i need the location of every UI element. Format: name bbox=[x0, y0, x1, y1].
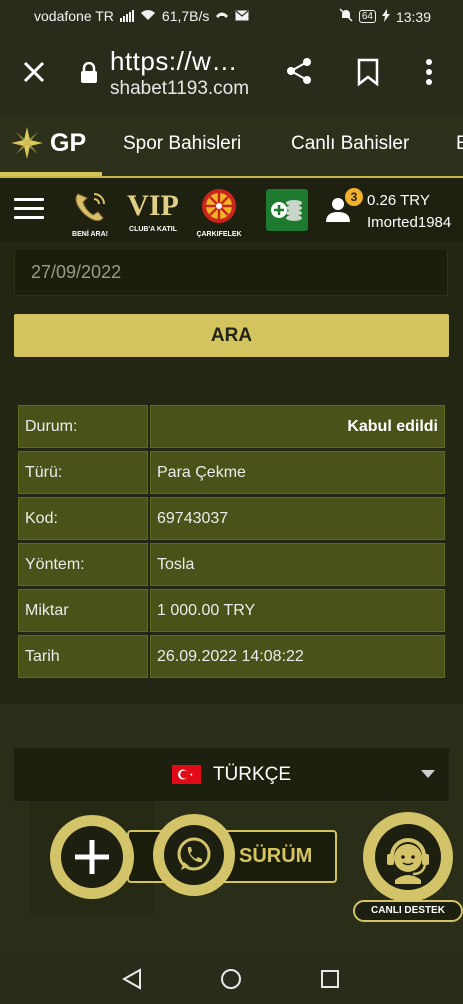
logo-text: GP bbox=[50, 128, 87, 157]
wheel-icon bbox=[202, 189, 236, 223]
call-icon bbox=[215, 8, 229, 24]
site-logo[interactable]: GP bbox=[10, 126, 86, 160]
carrier-label: vodafone TR bbox=[34, 8, 114, 24]
nav-spor-bahisleri[interactable]: Spor Bahisleri bbox=[123, 133, 241, 155]
close-icon[interactable] bbox=[22, 60, 46, 89]
battery-icon: 64 bbox=[358, 10, 376, 23]
table-row: Yöntem: Tosla bbox=[18, 543, 445, 586]
star-logo-icon bbox=[11, 127, 43, 159]
more-vert-icon[interactable] bbox=[424, 58, 434, 91]
url-text[interactable]: https://w… bbox=[110, 46, 238, 77]
status-bar: vodafone TR 61,7B/s 64 13:39 bbox=[0, 0, 463, 34]
table-row: Durum: Kabul edildi bbox=[18, 405, 445, 448]
url-domain[interactable]: shabet1193.com bbox=[110, 78, 249, 100]
language-select[interactable]: TÜRKÇE bbox=[14, 748, 449, 801]
table-row: Tarih 26.09.2022 14:08:22 bbox=[18, 635, 445, 678]
site-nav: GP Spor Bahisleri Canlı Bahisler E bbox=[0, 114, 463, 176]
wheel-button[interactable]: ÇARKIFELEK bbox=[192, 188, 246, 238]
browser-url-bar: https://w… shabet1193.com bbox=[0, 34, 463, 114]
amount-value: 1 000.00 TRY bbox=[150, 589, 445, 632]
coins-plus-icon bbox=[271, 200, 302, 221]
add-button[interactable] bbox=[50, 815, 134, 899]
row-label-code: Kod: bbox=[18, 497, 148, 540]
mail-icon bbox=[235, 8, 249, 24]
lock-icon bbox=[80, 61, 98, 89]
deposit-button[interactable] bbox=[266, 189, 308, 231]
row-label-method: Yöntem: bbox=[18, 543, 148, 586]
row-label-date: Tarih bbox=[18, 635, 148, 678]
android-nav-bar bbox=[0, 954, 463, 1004]
notification-badge: 3 bbox=[345, 188, 363, 206]
table-row: Türü: Para Çekme bbox=[18, 451, 445, 494]
wheel-label: ÇARKIFELEK bbox=[196, 231, 242, 238]
call-me-button[interactable]: BENİ ARA! bbox=[66, 188, 114, 238]
vip-club-button[interactable]: VIP CLUB'A KATIL bbox=[122, 188, 184, 233]
account-toolbar: BENİ ARA! VIP CLUB'A KATIL ÇARKIFELEK 3 bbox=[0, 176, 463, 242]
vip-label: CLUB'A KATIL bbox=[129, 226, 177, 233]
username: Imorted1984 bbox=[367, 214, 452, 231]
date-value: 26.09.2022 14:08:22 bbox=[150, 635, 445, 678]
code-value: 69743037 bbox=[150, 497, 445, 540]
back-icon[interactable] bbox=[121, 968, 143, 995]
language-label: TÜRKÇE bbox=[212, 763, 292, 785]
signal-icon bbox=[119, 10, 134, 22]
menu-icon[interactable] bbox=[14, 198, 44, 220]
mute-icon bbox=[339, 8, 353, 25]
search-button[interactable]: ARA bbox=[14, 314, 449, 357]
footer: TÜRKÇE SÜRÜM CANLI DESTEK bbox=[0, 704, 463, 954]
version-label: SÜRÜM bbox=[239, 845, 313, 867]
home-icon[interactable] bbox=[220, 968, 242, 995]
phone-icon bbox=[75, 193, 105, 222]
row-label-status: Durum: bbox=[18, 405, 148, 448]
nav-next-item[interactable]: E bbox=[456, 133, 463, 155]
network-speed: 61,7B/s bbox=[161, 8, 210, 24]
row-label-amount: Miktar bbox=[18, 589, 148, 632]
vip-icon: VIP bbox=[127, 189, 179, 222]
nav-canli-bahisler[interactable]: Canlı Bahisler bbox=[291, 133, 409, 155]
row-label-type: Türü: bbox=[18, 451, 148, 494]
status-value: Kabul edildi bbox=[150, 405, 445, 448]
whatsapp-icon bbox=[177, 837, 211, 871]
call-me-label: BENİ ARA! bbox=[72, 231, 108, 238]
user-profile-button[interactable]: 3 bbox=[324, 188, 363, 229]
wifi-icon bbox=[140, 8, 156, 24]
live-support-label: CANLI DESTEK bbox=[353, 900, 463, 922]
method-value: Tosla bbox=[150, 543, 445, 586]
clock: 13:39 bbox=[395, 8, 431, 25]
recents-icon[interactable] bbox=[319, 968, 341, 995]
turkey-flag-icon bbox=[171, 765, 201, 784]
headset-agent-icon bbox=[375, 824, 441, 890]
transaction-detail-panel: 27/09/2022 ARA Durum: Kabul edildi Türü:… bbox=[0, 242, 463, 704]
bookmark-icon[interactable] bbox=[356, 58, 380, 91]
live-support-button[interactable]: CANLI DESTEK bbox=[353, 812, 463, 924]
share-icon[interactable] bbox=[284, 56, 314, 91]
type-value: Para Çekme bbox=[150, 451, 445, 494]
whatsapp-button[interactable] bbox=[153, 814, 235, 896]
table-row: Miktar 1 000.00 TRY bbox=[18, 589, 445, 632]
transaction-detail-table: Durum: Kabul edildi Türü: Para Çekme Kod… bbox=[16, 402, 447, 681]
table-row: Kod: 69743037 bbox=[18, 497, 445, 540]
plus-icon bbox=[75, 840, 109, 874]
chevron-down-icon bbox=[421, 770, 435, 778]
balance: 0.26 TRY bbox=[367, 192, 430, 209]
charging-icon bbox=[381, 8, 390, 25]
date-input[interactable]: 27/09/2022 bbox=[14, 250, 448, 296]
